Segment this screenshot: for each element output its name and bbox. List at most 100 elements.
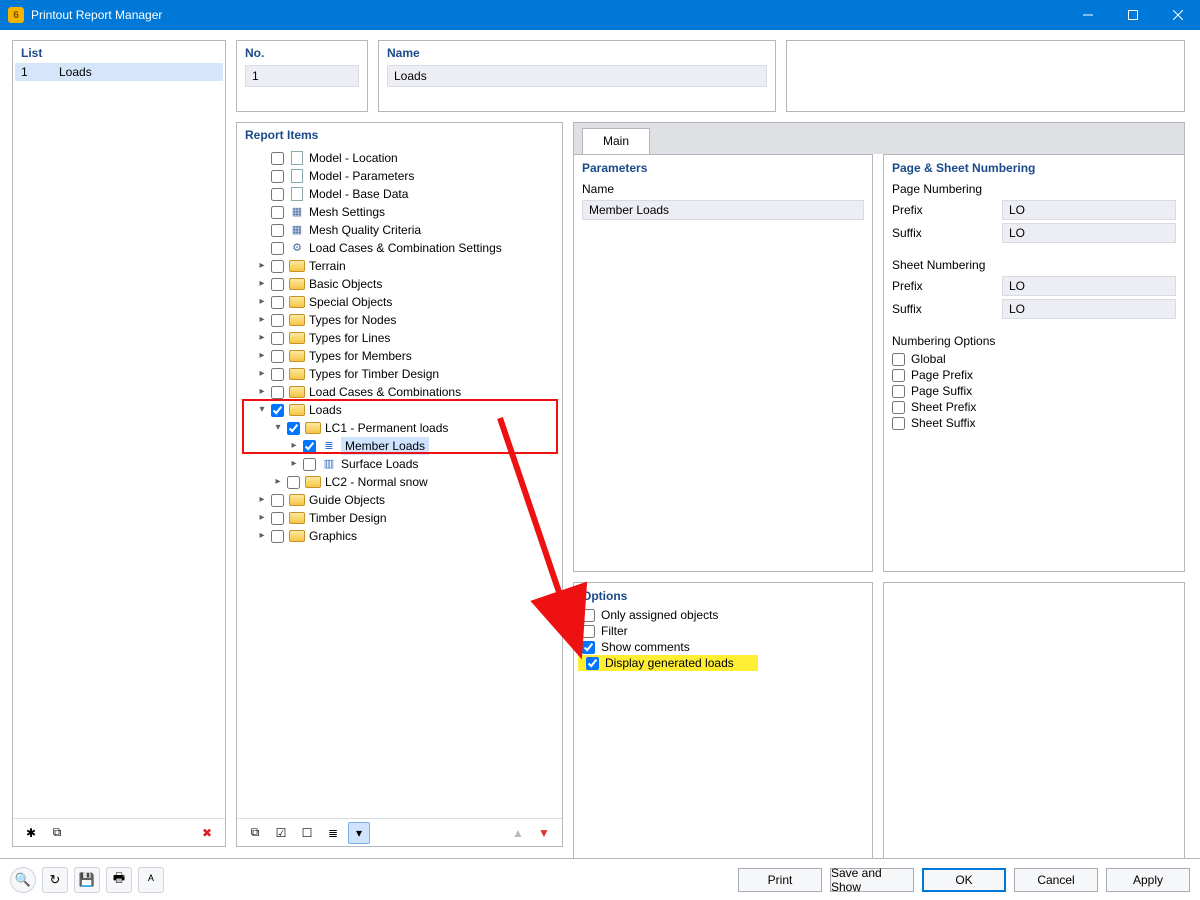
tree-checkbox[interactable] — [271, 206, 284, 219]
page-suffix-input[interactable]: LO — [1002, 223, 1176, 243]
tree-checkbox[interactable] — [271, 188, 284, 201]
expand-arrow[interactable] — [255, 347, 269, 365]
expand-arrow[interactable] — [255, 293, 269, 311]
option-display-generated[interactable]: Display generated loads — [578, 655, 758, 671]
tree-checkbox[interactable] — [271, 350, 284, 363]
save-tool-icon[interactable]: 💾 — [74, 867, 100, 893]
option-show-comments[interactable]: Show comments — [574, 639, 872, 655]
expand-arrow[interactable] — [255, 491, 269, 509]
tree-item[interactable]: Special Objects — [239, 293, 560, 311]
tree-item[interactable]: ▥Surface Loads — [239, 455, 560, 473]
sheet-suffix-input[interactable]: LO — [1002, 299, 1176, 319]
tree-checkbox[interactable] — [271, 170, 284, 183]
language-tool-icon[interactable]: ᴬ — [138, 867, 164, 893]
tree-item[interactable]: Types for Nodes — [239, 311, 560, 329]
tree-checkbox[interactable] — [271, 296, 284, 309]
minimize-button[interactable] — [1065, 0, 1110, 30]
tree-down-button[interactable]: ▼ — [533, 822, 555, 844]
refresh-tool-icon[interactable]: ↻ — [42, 867, 68, 893]
expand-arrow[interactable] — [255, 329, 269, 347]
tree-item[interactable]: Model - Location — [239, 149, 560, 167]
tree-up-button[interactable]: ▲ — [507, 822, 529, 844]
tree-list-button[interactable]: ≣ — [322, 822, 344, 844]
expand-arrow[interactable] — [255, 257, 269, 275]
tree-checkbox[interactable] — [271, 332, 284, 345]
option-filter[interactable]: Filter — [574, 623, 872, 639]
sheet-prefix-input[interactable]: LO — [1002, 276, 1176, 296]
tree-item[interactable]: Terrain — [239, 257, 560, 275]
expand-arrow[interactable] — [255, 365, 269, 383]
tree-checkbox[interactable] — [271, 278, 284, 291]
tree-item[interactable]: Model - Base Data — [239, 185, 560, 203]
tree-item[interactable]: Timber Design — [239, 509, 560, 527]
expand-arrow[interactable] — [255, 509, 269, 527]
tree-filter-button[interactable]: ▾ — [348, 822, 370, 844]
tree-item[interactable]: Guide Objects — [239, 491, 560, 509]
opt-page-prefix[interactable]: Page Prefix — [884, 367, 1184, 383]
report-items-tree[interactable]: Model - LocationModel - ParametersModel … — [237, 145, 562, 818]
maximize-button[interactable] — [1110, 0, 1155, 30]
tree-checkbox[interactable] — [271, 512, 284, 525]
expand-arrow[interactable] — [287, 437, 301, 455]
expand-arrow[interactable] — [255, 311, 269, 329]
tree-checkbox[interactable] — [271, 314, 284, 327]
delete-button[interactable]: ✖ — [196, 822, 218, 844]
opt-sheet-prefix[interactable]: Sheet Prefix — [884, 399, 1184, 415]
opt-global[interactable]: Global — [884, 351, 1184, 367]
expand-arrow[interactable] — [255, 275, 269, 293]
tree-checkbox[interactable] — [287, 422, 300, 435]
tree-item[interactable]: Basic Objects — [239, 275, 560, 293]
tree-checkbox[interactable] — [271, 494, 284, 507]
tree-item[interactable]: Types for Timber Design — [239, 365, 560, 383]
expand-arrow[interactable] — [271, 473, 285, 491]
param-name-value[interactable]: Member Loads — [582, 200, 864, 220]
print-button[interactable]: Print — [738, 868, 822, 892]
cancel-button[interactable]: Cancel — [1014, 868, 1098, 892]
search-tool-icon[interactable]: 🔍 — [10, 867, 36, 893]
tree-checkbox[interactable] — [303, 440, 316, 453]
tree-checkbox[interactable] — [287, 476, 300, 489]
tree-checkbox[interactable] — [271, 530, 284, 543]
ok-button[interactable]: OK — [922, 868, 1006, 892]
only-assigned-checkbox[interactable] — [582, 609, 595, 622]
tree-item[interactable]: Loads — [239, 401, 560, 419]
tree-item[interactable]: Model - Parameters — [239, 167, 560, 185]
page-prefix-input[interactable]: LO — [1002, 200, 1176, 220]
tree-item[interactable]: ▦Mesh Quality Criteria — [239, 221, 560, 239]
opt-page-suffix[interactable]: Page Suffix — [884, 383, 1184, 399]
tree-checkbox[interactable] — [271, 152, 284, 165]
tree-item[interactable]: Load Cases & Combinations — [239, 383, 560, 401]
tree-checkbox[interactable] — [271, 260, 284, 273]
close-button[interactable] — [1155, 0, 1200, 30]
tree-check-all-button[interactable]: ☑ — [270, 822, 292, 844]
tree-item[interactable]: Graphics — [239, 527, 560, 545]
tree-copy-button[interactable]: ⧉ — [244, 822, 266, 844]
tree-item[interactable]: Types for Members — [239, 347, 560, 365]
tree-checkbox[interactable] — [271, 368, 284, 381]
tab-main[interactable]: Main — [582, 128, 650, 155]
tree-item[interactable]: LC2 - Normal snow — [239, 473, 560, 491]
name-input[interactable]: Loads — [387, 65, 767, 87]
tree-checkbox[interactable] — [271, 224, 284, 237]
tree-checkbox[interactable] — [271, 242, 284, 255]
new-item-button[interactable]: ✱ — [20, 822, 42, 844]
apply-button[interactable]: Apply — [1106, 868, 1190, 892]
duplicate-button[interactable]: ⧉ — [46, 822, 68, 844]
opt-sheet-suffix[interactable]: Sheet Suffix — [884, 415, 1184, 431]
tree-item[interactable]: ≣Member Loads — [239, 437, 560, 455]
save-and-show-button[interactable]: Save and Show — [830, 868, 914, 892]
tree-uncheck-all-button[interactable]: ☐ — [296, 822, 318, 844]
number-input[interactable]: 1 — [245, 65, 359, 87]
expand-arrow[interactable] — [255, 383, 269, 401]
list-row[interactable]: 1 Loads — [15, 63, 223, 81]
tree-checkbox[interactable] — [271, 386, 284, 399]
filter-checkbox[interactable] — [582, 625, 595, 638]
tree-item[interactable]: ▦Mesh Settings — [239, 203, 560, 221]
expand-arrow[interactable] — [287, 455, 301, 473]
display-generated-checkbox[interactable] — [586, 657, 599, 670]
expand-arrow[interactable] — [255, 527, 269, 545]
print-tool-icon[interactable]: 🖶 — [106, 867, 132, 893]
tree-checkbox[interactable] — [271, 404, 284, 417]
show-comments-checkbox[interactable] — [582, 641, 595, 654]
expand-arrow[interactable] — [271, 419, 285, 437]
